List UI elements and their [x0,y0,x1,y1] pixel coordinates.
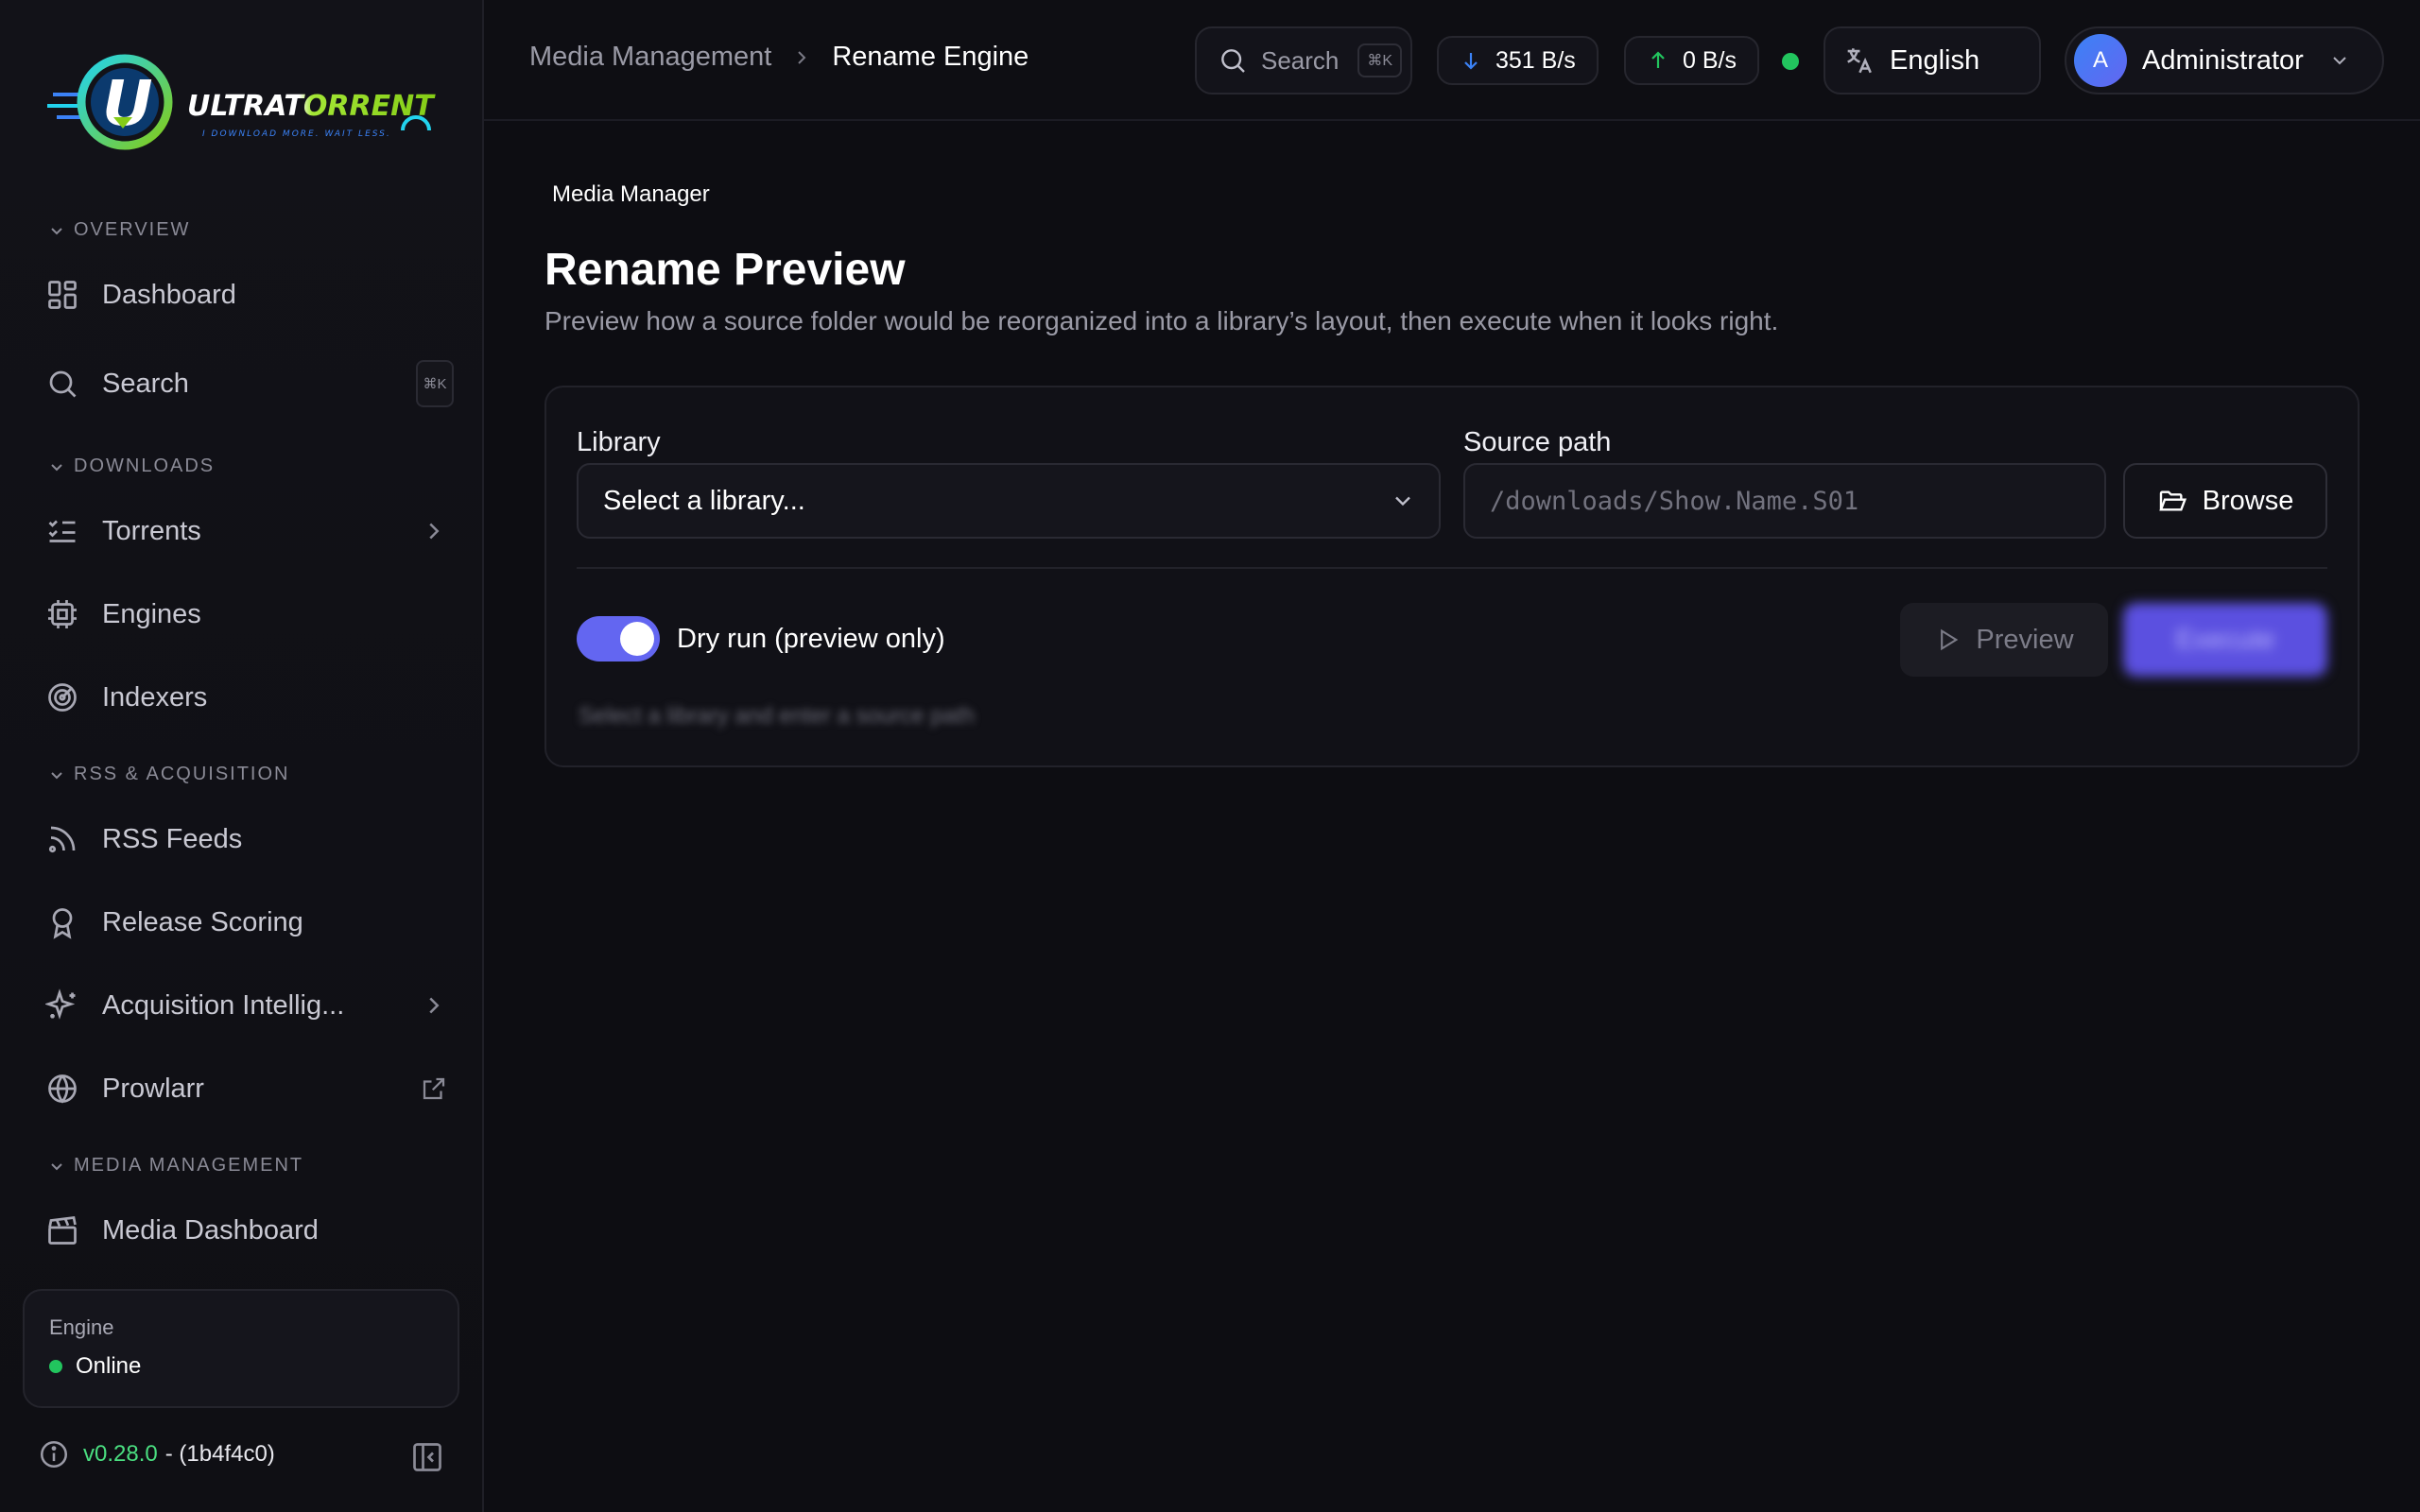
chevron-down-icon [2333,57,2346,65]
engine-label: Engine [49,1315,114,1339]
sidebar-item-label: Torrents [102,515,201,546]
sidebar-item-label: Media Dashboard [102,1214,319,1246]
external-link-icon [423,1077,445,1100]
svg-text:ULTRATORRENT: ULTRATORRENT [187,90,436,123]
clapperboard-icon [48,1216,77,1245]
ultratorrent-logo[interactable]: U ULTRATORRENT I DOWNLOAD MORE. WAIT LES… [45,49,442,159]
build-hash: - (1b4f4c0) [164,1441,275,1467]
search-icon [49,370,77,398]
section-downloads[interactable]: DOWNLOADS [49,455,215,477]
section-rss-acquisition[interactable]: RSS & ACQUISITION [49,764,289,785]
version-info: v0.28.0 - (1b4f4c0) [38,1438,275,1470]
engine-status-card[interactable]: Engine Online [23,1289,459,1408]
list-checks-icon [48,520,76,542]
search-shortcut-badge: ⌘K [416,360,454,407]
sidebar-item-label: Engines [102,598,201,629]
online-dot [49,1360,62,1373]
execute-button[interactable]: Execute [2123,603,2327,677]
chevron-down-icon [51,463,62,471]
sidebar-item-label: Release Scoring [102,906,303,937]
chevron-down-icon [51,1162,62,1170]
sidebar-item-torrents[interactable]: Torrents [23,495,461,567]
sidebar-item-dashboard[interactable]: Dashboard [23,259,461,331]
preview-button[interactable]: Preview [1900,603,2108,677]
chevron-down-icon [51,227,62,234]
download-rate-badge: 351 B/s [1437,36,1599,85]
connection-status-dot [1782,53,1799,70]
helper-hint: Select a library and enter a source path [579,703,975,729]
sidebar-item-engines[interactable]: Engines [23,578,461,650]
radar-icon [48,683,77,712]
play-icon [1941,628,1959,651]
sidebar-item-release-scoring[interactable]: Release Scoring [23,886,461,958]
folder-open-icon [2158,490,2187,511]
page-subhead: Media Manager [552,181,710,207]
chevron-right-icon [798,50,806,64]
page-title: Rename Preview [544,245,906,295]
source-path-input[interactable] [1463,463,2106,539]
sidebar-item-acquisition-intelligence[interactable]: Acquisition Intellig... [23,970,461,1041]
sidebar-item-label: Prowlarr [102,1073,204,1104]
main-content: Media Manager Rename Preview Preview how… [484,123,2420,1512]
version-number: v0.28.0 [83,1441,158,1467]
global-search-button[interactable]: Search ⌘K [1195,26,1412,94]
chevron-down-icon [1395,496,1410,507]
sidebar-item-label: Acquisition Intellig... [102,989,345,1021]
sidebar-item-prowlarr[interactable]: Prowlarr [23,1053,461,1125]
user-menu[interactable]: A Administrator [2065,26,2384,94]
upload-rate-badge: 0 B/s [1624,36,1759,85]
breadcrumb-media-management[interactable]: Media Management [529,42,771,73]
search-icon [1221,49,1245,73]
chevron-right-icon [429,997,440,1014]
language-selector[interactable]: English [1824,26,2041,94]
sidebar-item-label: Dashboard [102,279,236,310]
search-shortcut-badge: ⌘K [1357,43,1403,77]
chevron-right-icon [429,523,440,540]
engine-status: Online [49,1353,433,1380]
breadcrumb: Media Management Rename Engine [529,42,1028,73]
source-path-label: Source path [1463,427,1612,457]
chevron-down-icon [51,771,62,779]
info-icon[interactable] [38,1438,70,1470]
award-icon [52,908,73,939]
dry-run-label: Dry run (preview only) [677,624,945,654]
sidebar-item-rss-feeds[interactable]: RSS Feeds [23,803,461,875]
cpu-icon [48,600,77,628]
svg-text:U: U [102,67,153,140]
library-select[interactable]: Select a library... [577,463,1441,539]
card-divider [577,567,2327,569]
sidebar: U ULTRATORRENT I DOWNLOAD MORE. WAIT LES… [0,0,484,1512]
rss-icon [48,826,76,853]
sidebar-item-label: RSS Feeds [102,823,243,854]
arrow-up-icon [1651,51,1665,68]
browse-button[interactable]: Browse [2123,463,2327,539]
languages-icon [1847,48,1872,74]
sidebar-item-label: Search [102,368,189,399]
toggle-knob [620,622,654,656]
sidebar-item-search[interactable]: Search ⌘K [23,348,461,420]
library-label: Library [577,427,661,457]
rename-preview-card: Library Select a library... Source path … [544,386,2360,767]
section-media-management[interactable]: MEDIA MANAGEMENT [49,1155,303,1177]
sparkles-icon [45,988,76,1020]
topbar: Media Management Rename Engine Search ⌘K… [484,0,2420,121]
dashboard-icon [48,281,77,309]
arrow-down-icon [1464,53,1478,70]
section-overview[interactable]: OVERVIEW [49,219,190,241]
breadcrumb-rename-engine: Rename Engine [832,42,1029,72]
dry-run-toggle[interactable] [577,616,660,662]
sidebar-item-media-dashboard[interactable]: Media Dashboard [23,1194,461,1266]
collapse-sidebar-icon[interactable] [410,1440,444,1474]
avatar: A [2074,34,2127,87]
globe-icon [48,1074,77,1104]
svg-text:I DOWNLOAD MORE. WAIT LESS.: I DOWNLOAD MORE. WAIT LESS. [202,129,391,139]
page-description: Preview how a source folder would be reo… [544,306,1779,335]
sidebar-item-indexers[interactable]: Indexers [23,662,461,733]
sidebar-item-label: Indexers [102,681,208,713]
